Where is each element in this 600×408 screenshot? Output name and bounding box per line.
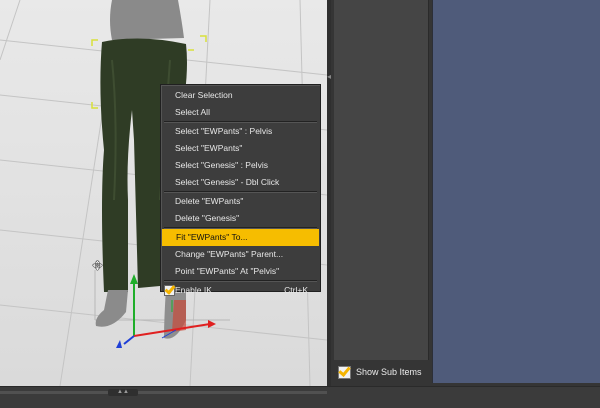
figure-torso [110,0,184,40]
menu-item-shortcut: Ctrl+K [284,285,308,295]
side-panel: Show Sub Items [331,0,600,386]
menu-item-select-ewpants[interactable]: Select "EWPants" [161,140,320,157]
menu-item-fit-ewpants-to[interactable]: Fit "EWPants" To... [162,229,319,246]
menu-item-clear-selection[interactable]: Clear Selection [161,87,320,104]
checkbox-checked-icon [164,285,175,296]
figure-left-foot [95,290,128,327]
menu-item-select-ewpants-pelvis[interactable]: Select "EWPants" : Pelvis [161,123,320,140]
menu-item-label: Enable IK [175,285,212,295]
figure-handle-icon[interactable]: ✥ [92,259,104,275]
menu-item-select-genesis-pelvis[interactable]: Select "Genesis" : Pelvis [161,157,320,174]
menu-item-select-genesis-dbl-click[interactable]: Select "Genesis" - Dbl Click [161,174,320,191]
svg-text:✥: ✥ [92,259,103,274]
menu-item-delete-ewpants[interactable]: Delete "EWPants" [161,193,320,210]
expand-tab-icon[interactable]: ▲▲ [108,389,138,396]
show-sub-items-toggle[interactable]: Show Sub Items [335,362,427,382]
menu-item-enable-ik[interactable]: Enable IK Ctrl+K [161,282,320,299]
property-pane[interactable] [432,0,600,383]
menu-item-delete-genesis[interactable]: Delete "Genesis" [161,210,320,227]
show-sub-items-label: Show Sub Items [356,367,422,377]
status-bar-track [0,391,327,394]
menu-item-select-all[interactable]: Select All [161,104,320,121]
status-bar: ▲▲ [0,386,600,408]
3d-viewport[interactable]: ✥ Clear Selection Select All Select "EWP… [0,0,328,386]
menu-item-point-ewpants-at-pelvis[interactable]: Point "EWPants" At "Pelvis" [161,263,320,280]
menu-item-change-ewpants-parent[interactable]: Change "EWPants" Parent... [161,246,320,263]
checkbox-checked-icon[interactable] [338,365,351,379]
scene-list-pane[interactable] [334,0,429,360]
context-menu: Clear Selection Select All Select "EWPan… [160,84,321,296]
